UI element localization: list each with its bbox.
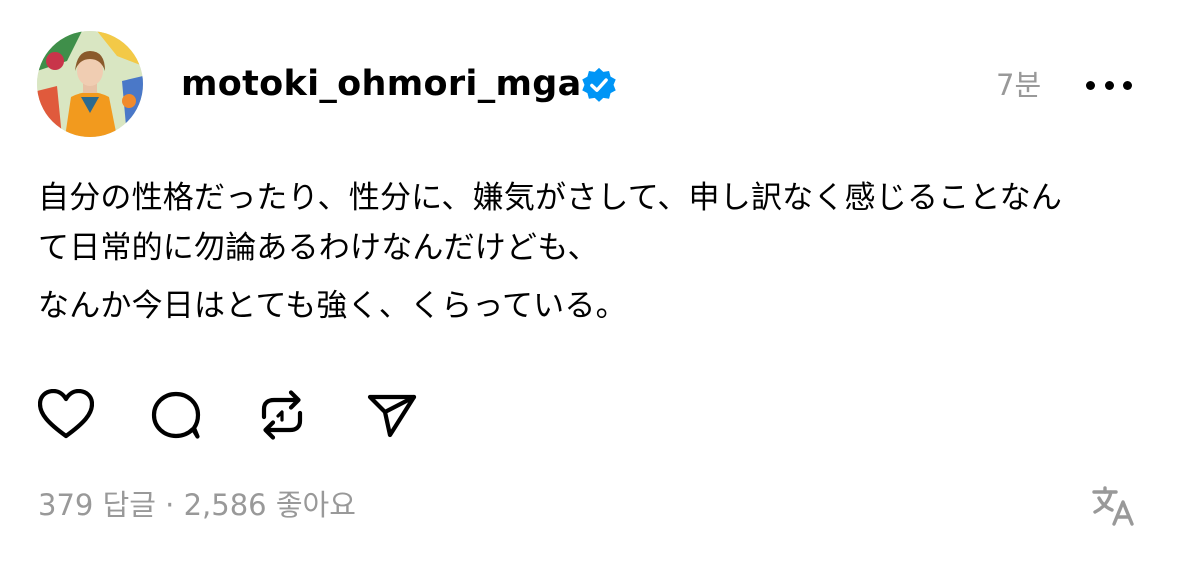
more-dot [1123, 80, 1132, 90]
post-stats: 379 답글 · 2,586 좋아요 [38, 485, 356, 525]
like-count[interactable]: 2,586 좋아요 [184, 488, 356, 522]
more-dot [1104, 80, 1114, 90]
more-dot [1086, 80, 1095, 90]
translate-icon[interactable] [1092, 486, 1136, 526]
send-icon[interactable] [364, 389, 420, 441]
stats-separator: · [155, 488, 184, 522]
username[interactable]: motoki_ohmori_mga [181, 62, 582, 106]
avatar-image [37, 31, 143, 137]
thread-post: motoki_ohmori_mga 7분 自分の性格だったり、性分に、嫌気がさし… [0, 0, 1178, 576]
post-paragraph: なんか今日はとても強く、くらっている。 [38, 281, 1148, 331]
post-line: 自分の性格だったり、性分に、嫌気がさして、申し訳なく感じることなん [38, 180, 1063, 216]
post-time: 7분 [996, 68, 1042, 102]
repost-icon[interactable] [254, 389, 310, 441]
post-line: て日常的に勿論あるわけなんだけども、 [38, 230, 599, 266]
post-text: 自分の性格だったり、性分に、嫌気がさして、申し訳なく感じることなん て日常的に勿… [38, 173, 1148, 345]
avatar[interactable] [37, 31, 143, 137]
post-line: なんか今日はとても強く、くらっている。 [38, 288, 627, 324]
verified-badge-icon [580, 66, 618, 104]
more-icon[interactable] [1086, 70, 1132, 100]
heart-icon[interactable] [38, 389, 94, 441]
reply-count[interactable]: 379 답글 [38, 488, 156, 522]
comment-icon[interactable] [148, 389, 204, 441]
post-paragraph: 自分の性格だったり、性分に、嫌気がさして、申し訳なく感じることなん て日常的に勿… [38, 173, 1148, 273]
